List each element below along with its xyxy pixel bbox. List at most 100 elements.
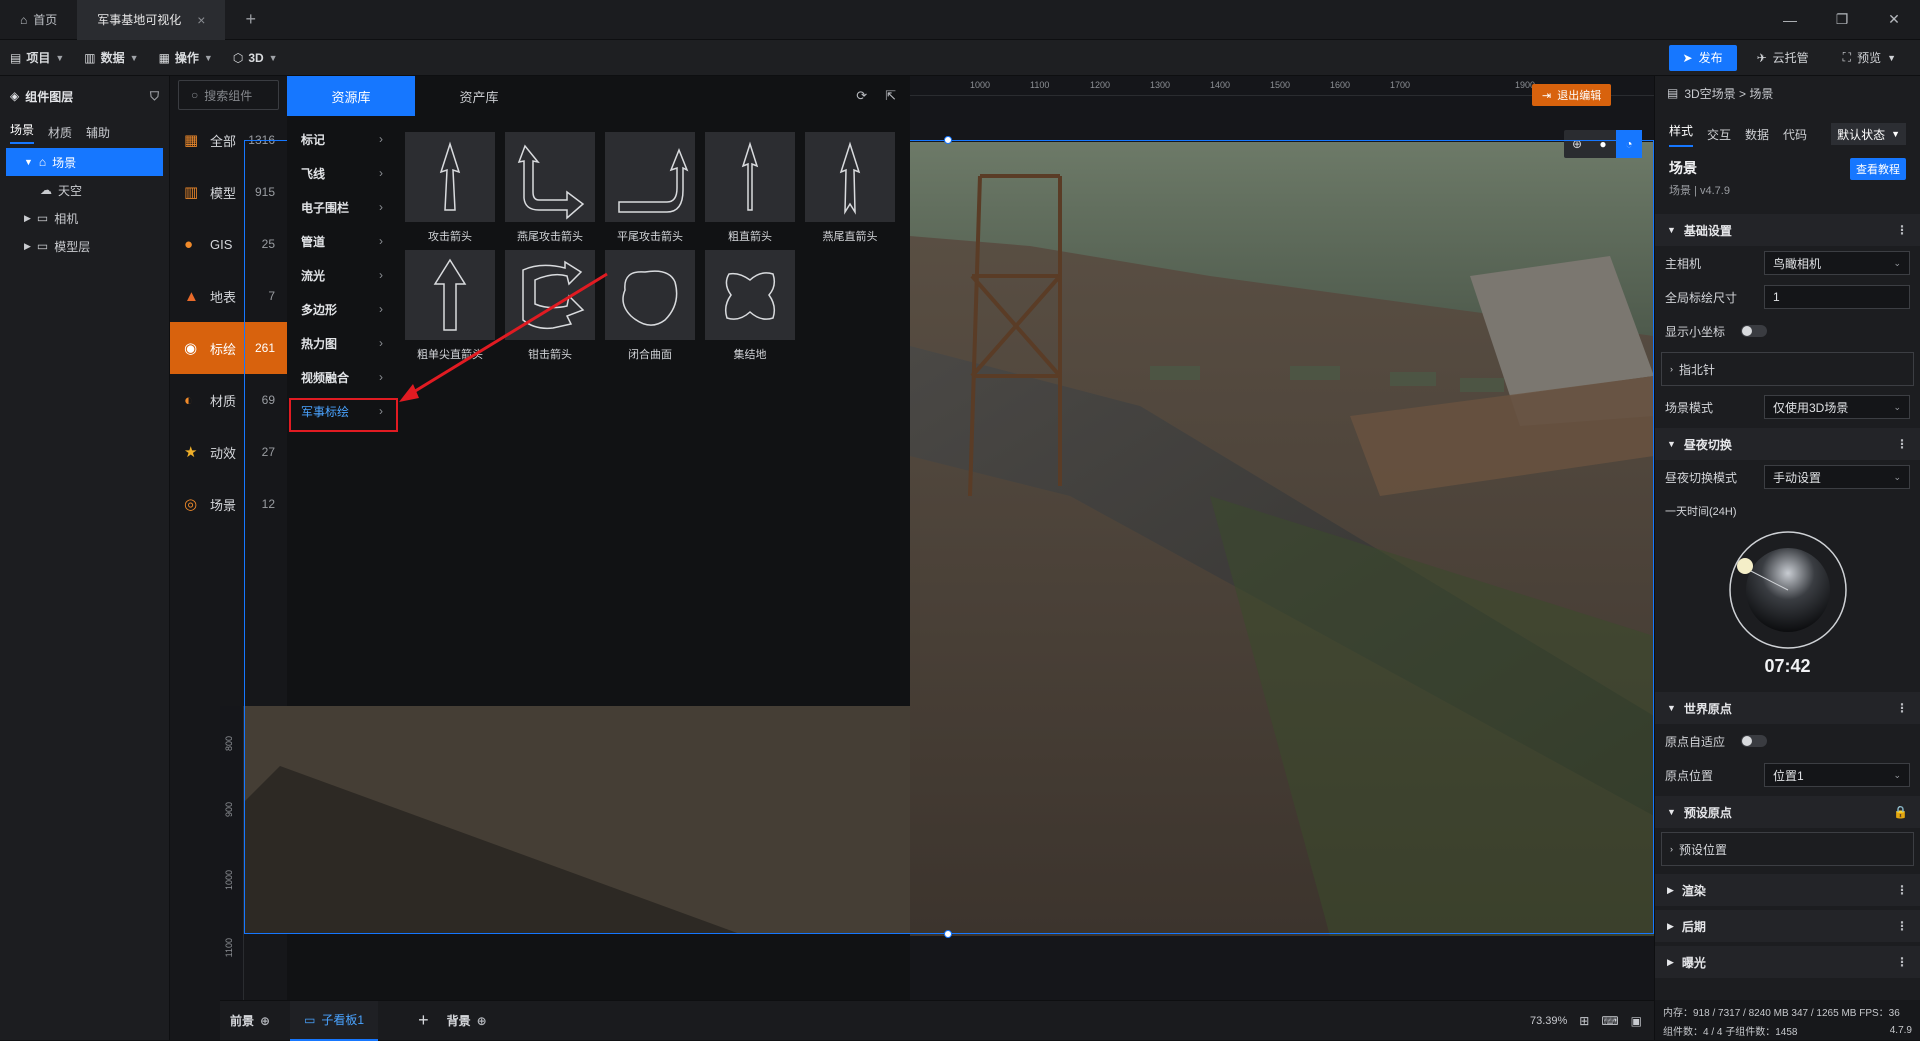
menu-data[interactable]: ▥ 数据 ▼ [74, 40, 148, 76]
category-item[interactable]: ◐ 材质 69 [170, 374, 287, 426]
new-tab-button[interactable]: + [225, 0, 276, 40]
daynight-mode-select[interactable]: 手动设置 ⌄ [1764, 465, 1910, 489]
camera-select[interactable]: 鸟瞰相机 ⌄ [1764, 251, 1910, 275]
ruler-tick-label: 900 [224, 802, 234, 818]
ruler-tick-label: 1700 [1390, 80, 1411, 90]
category-item[interactable]: ▦ 全部 1316 [170, 114, 287, 166]
more-icon[interactable]: ⋮ [1896, 883, 1908, 897]
plot-size-input[interactable]: 1 [1764, 285, 1910, 309]
tab-material[interactable]: 材质 [48, 124, 72, 141]
background-tab[interactable]: 背景 ⊕ [447, 1012, 487, 1029]
chevron-down-icon: ⌄ [1893, 401, 1901, 412]
section-preset-origin[interactable]: ▼ 预设原点 🔒 [1655, 796, 1920, 828]
close-tab-icon[interactable]: × [197, 12, 205, 28]
foreground-tab[interactable]: 前景 ⊕ [220, 1012, 270, 1029]
scene-viewport[interactable]: ⊕ ● ◔ [910, 76, 1654, 1000]
origin-auto-toggle[interactable] [1741, 735, 1768, 747]
tutorial-button[interactable]: 查看教程 [1850, 158, 1906, 180]
zoom-level[interactable]: 73.39% [1530, 1015, 1567, 1027]
more-icon[interactable]: ⋮ [1896, 701, 1908, 715]
section-post[interactable]: ▶ 后期 ⋮ [1655, 910, 1920, 942]
preview-button[interactable]: ⛶ 预览 ▼ [1829, 45, 1910, 71]
minimize-icon[interactable]: — [1764, 0, 1816, 40]
tree-item-sky[interactable]: ☁ 天空 [0, 176, 169, 204]
ruler-tick-label: 1100 [1030, 80, 1050, 90]
chevron-down-icon: ⌄ [1893, 257, 1901, 268]
tab-interaction[interactable]: 交互 [1707, 126, 1731, 143]
more-icon[interactable]: ⋮ [1896, 437, 1908, 451]
caret-right-icon: ▶ [24, 212, 31, 223]
more-icon[interactable]: ⋮ [1896, 919, 1908, 933]
fit-screen-icon[interactable]: ⊞ [1579, 1014, 1589, 1028]
section-basic[interactable]: ▼ 基础设置 ⋮ [1655, 214, 1920, 246]
add-board-icon[interactable]: + [418, 1010, 429, 1031]
preset-position-section[interactable]: › 预设位置 [1661, 832, 1914, 866]
chevron-down-icon: ▼ [203, 52, 213, 63]
publish-button[interactable]: ➤ 发布 [1668, 44, 1737, 71]
resize-handle[interactable] [944, 136, 952, 144]
section-render[interactable]: ▶ 渲染 ⋮ [1655, 874, 1920, 906]
category-item[interactable]: ★ 动效 27 [170, 426, 287, 478]
time-dial[interactable]: 07:42 [1655, 528, 1920, 678]
exit-icon: ⇥ [1542, 89, 1552, 102]
chevron-down-icon: ▼ [1887, 52, 1896, 63]
menu-3d[interactable]: ⬡ 3D ▼ [223, 40, 288, 76]
tree-item-camera[interactable]: ▶ ▭ 相机 [0, 204, 169, 232]
state-select[interactable]: 默认状态 ▼ [1831, 123, 1906, 145]
section-exposure[interactable]: ▶ 曝光 ⋮ [1655, 946, 1920, 978]
tab-data[interactable]: 数据 [1745, 126, 1769, 143]
cloud-host-button[interactable]: ✈ 云托管 [1743, 45, 1823, 71]
category-icon: ▥ [184, 184, 199, 201]
category-label: GIS [210, 236, 233, 252]
more-icon[interactable]: ⋮ [1896, 955, 1908, 969]
terminal-icon[interactable]: ▣ [1631, 1014, 1642, 1028]
send-icon: ➤ [1682, 50, 1693, 65]
lock-icon[interactable]: 🔒 [1893, 805, 1908, 819]
layers-tabs: 场景 材质 辅助 [0, 116, 169, 148]
orbit-icon[interactable]: ◔ [1616, 130, 1642, 158]
restore-icon[interactable]: ❐ [1816, 0, 1868, 40]
menu-project[interactable]: ▤ 项目 ▼ [0, 40, 74, 76]
tab-project[interactable]: 军事基地可视化 × [77, 0, 226, 40]
globe-icon[interactable]: ⊕ [1564, 137, 1590, 151]
caret-right-icon: › [1670, 844, 1673, 854]
tree-item-scene[interactable]: ▼ ⌂ 场景 [6, 148, 163, 176]
category-item[interactable]: ● GIS 25 [170, 218, 287, 270]
scene-mode-select[interactable]: 仅使用3D场景 ⌄ [1764, 395, 1910, 419]
add-circle-icon[interactable]: ⊕ [260, 1014, 270, 1028]
more-icon[interactable]: ⋮ [1896, 223, 1908, 237]
add-circle-icon[interactable]: ⊕ [477, 1014, 487, 1028]
tree-item-model-layer[interactable]: ▶ ▭ 模型层 [0, 232, 169, 260]
search-icon: ○ [191, 88, 199, 102]
tab-code[interactable]: 代码 [1783, 126, 1807, 143]
section-daynight[interactable]: ▼ 昼夜切换 ⋮ [1655, 428, 1920, 460]
tab-scene[interactable]: 场景 [10, 121, 35, 144]
category-item[interactable]: ▥ 模型 915 [170, 166, 287, 218]
keyboard-icon[interactable]: ⌨ [1601, 1014, 1618, 1028]
close-window-icon[interactable]: ✕ [1868, 0, 1920, 40]
tab-style[interactable]: 样式 [1669, 122, 1694, 147]
compass-section[interactable]: › 指北针 [1661, 352, 1914, 386]
section-origin[interactable]: ▼ 世界原点 ⋮ [1655, 692, 1920, 724]
board-bar: 前景 ⊕ ▭ 子看板1 + 背景 ⊕ 73.39% ⊞ ⌨ ▣ [220, 1000, 1654, 1041]
filter-icon[interactable]: ⛉ [150, 89, 159, 104]
menu-operation[interactable]: ▦ 操作 ▼ [149, 40, 223, 76]
scene-render-extension[interactable] [220, 706, 910, 934]
resize-handle[interactable] [944, 930, 952, 938]
category-item[interactable]: ◉ 标绘 261 [170, 322, 287, 374]
coord-toggle[interactable] [1741, 325, 1768, 337]
tab-helper[interactable]: 辅助 [86, 124, 110, 141]
category-icon: ▦ [184, 132, 199, 149]
child-board-tab[interactable]: ▭ 子看板1 [290, 1000, 379, 1041]
category-item[interactable]: ▲ 地表 7 [170, 270, 287, 322]
tab-home[interactable]: ⌂ 首页 [0, 0, 77, 40]
category-item[interactable]: ◎ 场景 12 [170, 478, 287, 530]
exit-edit-button[interactable]: ⇥ 退出编辑 [1532, 84, 1612, 106]
category-icon: ▲ [184, 287, 199, 305]
scene-render[interactable] [910, 76, 1654, 936]
search-input[interactable]: ○ 搜索组件 [178, 80, 279, 110]
category-label: 地表 [210, 289, 237, 305]
sphere-icon[interactable]: ● [1590, 137, 1616, 151]
view-mode-switch: ⊕ ● ◔ [1564, 130, 1642, 158]
origin-position-select[interactable]: 位置1 ⌄ [1764, 763, 1910, 787]
